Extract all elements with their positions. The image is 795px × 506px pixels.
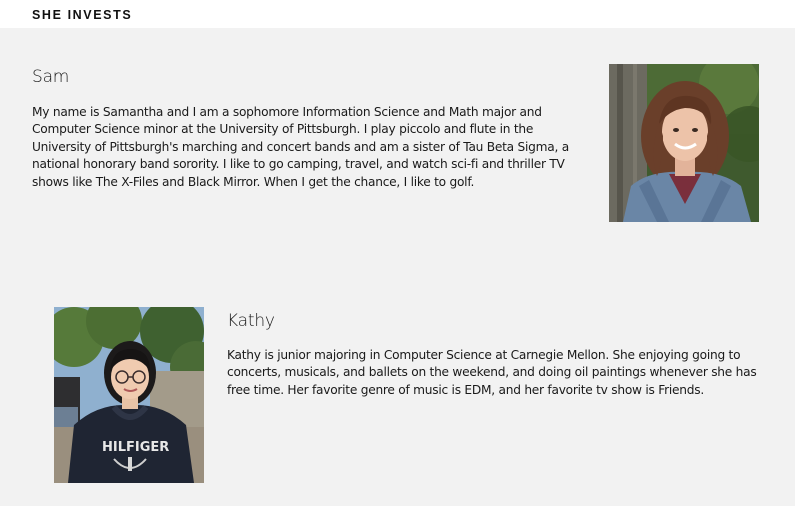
svg-text:HILFIGER: HILFIGER xyxy=(102,440,169,455)
profile-bio-sam: My name is Samantha and I am a sophomore… xyxy=(32,105,569,189)
profile-bio-kathy: Kathy is junior majoring in Computer Sci… xyxy=(227,348,757,397)
profile-name-kathy: Kathy xyxy=(227,311,275,331)
profile-photo-sam xyxy=(609,64,759,222)
profile-name-sam: Sam xyxy=(32,67,70,87)
top-navigation-bar: SHE INVESTS xyxy=(0,0,795,28)
site-logo-link[interactable]: SHE INVESTS xyxy=(32,8,132,22)
profile-photo-kathy: HILFIGER xyxy=(54,307,204,483)
